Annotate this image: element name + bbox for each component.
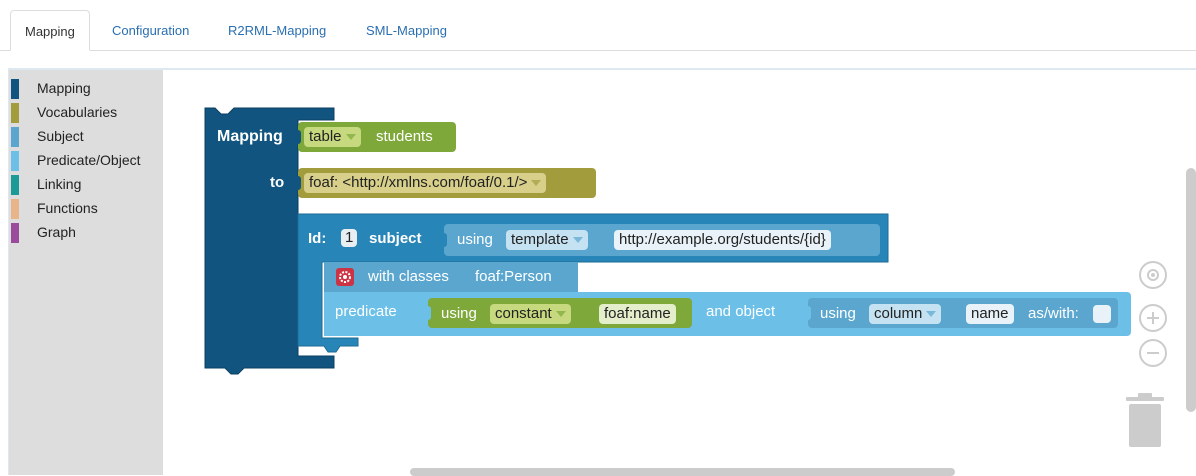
chevron-down-icon — [572, 237, 583, 244]
class-label: with classes — [368, 268, 449, 285]
toolbox-category-linking[interactable]: Linking — [9, 174, 163, 196]
recenter-icon[interactable] — [1139, 261, 1167, 289]
as-with-empty-slot[interactable] — [1093, 305, 1111, 323]
block-toolbox: Mapping Vocabularies Subject Predicate/O… — [9, 70, 163, 475]
zoom-in-icon[interactable] — [1139, 304, 1167, 332]
predicate-label: predicate — [335, 303, 397, 320]
toolbox-category-label: Subject — [37, 128, 84, 144]
toolbox-category-label: Graph — [37, 224, 76, 240]
as-with-label: as/with: — [1028, 305, 1079, 322]
chevron-down-icon — [926, 311, 937, 318]
table-block[interactable]: table students — [295, 122, 456, 152]
toolbox-category-label: Linking — [37, 176, 82, 192]
table-name-value[interactable]: students — [376, 127, 433, 147]
subject-label: subject — [369, 230, 422, 247]
toolbox-category-label: Vocabularies — [37, 104, 118, 120]
subject-id-label: Id: — [308, 230, 327, 247]
table-type-dropdown[interactable]: table — [304, 127, 361, 147]
zoom-out-icon[interactable] — [1139, 339, 1167, 367]
block-connector — [295, 130, 301, 144]
category-color-swatch — [11, 103, 19, 123]
column-type-dropdown[interactable]: column — [869, 304, 942, 324]
category-color-swatch — [11, 79, 19, 99]
vocabulary-value: foaf: <http://xmlns.com/foaf/0.1/> — [309, 174, 528, 191]
toolbox-category-label: Mapping — [37, 80, 91, 96]
and-object-label: and object — [706, 303, 776, 320]
column-block[interactable]: using column name as/with: — [805, 298, 1118, 328]
subject-id-field[interactable]: 1 — [341, 229, 358, 247]
category-color-swatch — [11, 223, 19, 243]
template-using-label: using — [457, 231, 493, 248]
constant-type-value: constant — [495, 305, 552, 322]
toolbox-category-graph[interactable]: Graph — [9, 222, 163, 244]
trash-icon[interactable] — [1124, 393, 1166, 447]
tab-sml-mapping[interactable]: SML-Mapping — [352, 10, 461, 51]
column-using-label: using — [820, 305, 856, 322]
vocabulary-block[interactable]: foaf: <http://xmlns.com/foaf/0.1/> — [295, 168, 596, 198]
category-color-swatch — [11, 127, 19, 147]
mapping-block-label: Mapping — [217, 128, 283, 145]
workspace-frame — [8, 68, 1196, 475]
chevron-down-icon — [345, 134, 356, 141]
template-type-dropdown[interactable]: template — [506, 230, 588, 250]
class-value[interactable]: foaf:Person — [475, 267, 552, 287]
constant-using-label: using — [441, 305, 477, 322]
toolbox-category-predicate-object[interactable]: Predicate/Object — [9, 150, 163, 172]
template-block[interactable]: using template http://example.org/studen… — [441, 224, 880, 256]
column-name-field[interactable]: name — [966, 304, 1014, 324]
toolbox-category-label: Functions — [37, 200, 98, 216]
class-block[interactable]: with classes foaf:Person — [324, 262, 578, 292]
block-connector — [441, 233, 447, 247]
template-type-value: template — [511, 231, 569, 248]
category-color-swatch — [11, 175, 19, 195]
tab-bar: Mapping Configuration R2RML-Mapping SML-… — [0, 0, 1196, 51]
toolbox-category-label: Predicate/Object — [37, 152, 141, 168]
vertical-scrollbar[interactable] — [1186, 168, 1196, 412]
tab-mapping[interactable]: Mapping — [10, 10, 90, 51]
constant-value-field[interactable]: foaf:name — [599, 304, 676, 324]
category-color-swatch — [11, 151, 19, 171]
vocabulary-dropdown[interactable]: foaf: <http://xmlns.com/foaf/0.1/> — [304, 173, 547, 193]
toolbox-category-mapping[interactable]: Mapping — [9, 78, 163, 100]
category-color-swatch — [11, 199, 19, 219]
block-connector — [805, 306, 811, 320]
mapping-to-label: to — [270, 174, 285, 191]
gear-icon[interactable] — [336, 268, 354, 286]
toolbox-category-subject[interactable]: Subject — [9, 126, 163, 148]
constant-block[interactable]: using constant foaf:name — [425, 298, 692, 328]
template-uri-field[interactable]: http://example.org/students/{id} — [614, 230, 831, 250]
tab-r2rml-mapping[interactable]: R2RML-Mapping — [214, 10, 340, 51]
tab-configuration[interactable]: Configuration — [98, 10, 203, 51]
toolbox-category-vocabularies[interactable]: Vocabularies — [9, 102, 163, 124]
column-type-value: column — [874, 305, 923, 322]
constant-type-dropdown[interactable]: constant — [490, 304, 571, 324]
table-type-value: table — [309, 128, 342, 145]
block-connector — [295, 176, 301, 190]
chevron-down-icon — [555, 311, 566, 318]
toolbox-category-functions[interactable]: Functions — [9, 198, 163, 220]
chevron-down-icon — [531, 180, 542, 187]
block-connector — [425, 306, 431, 320]
